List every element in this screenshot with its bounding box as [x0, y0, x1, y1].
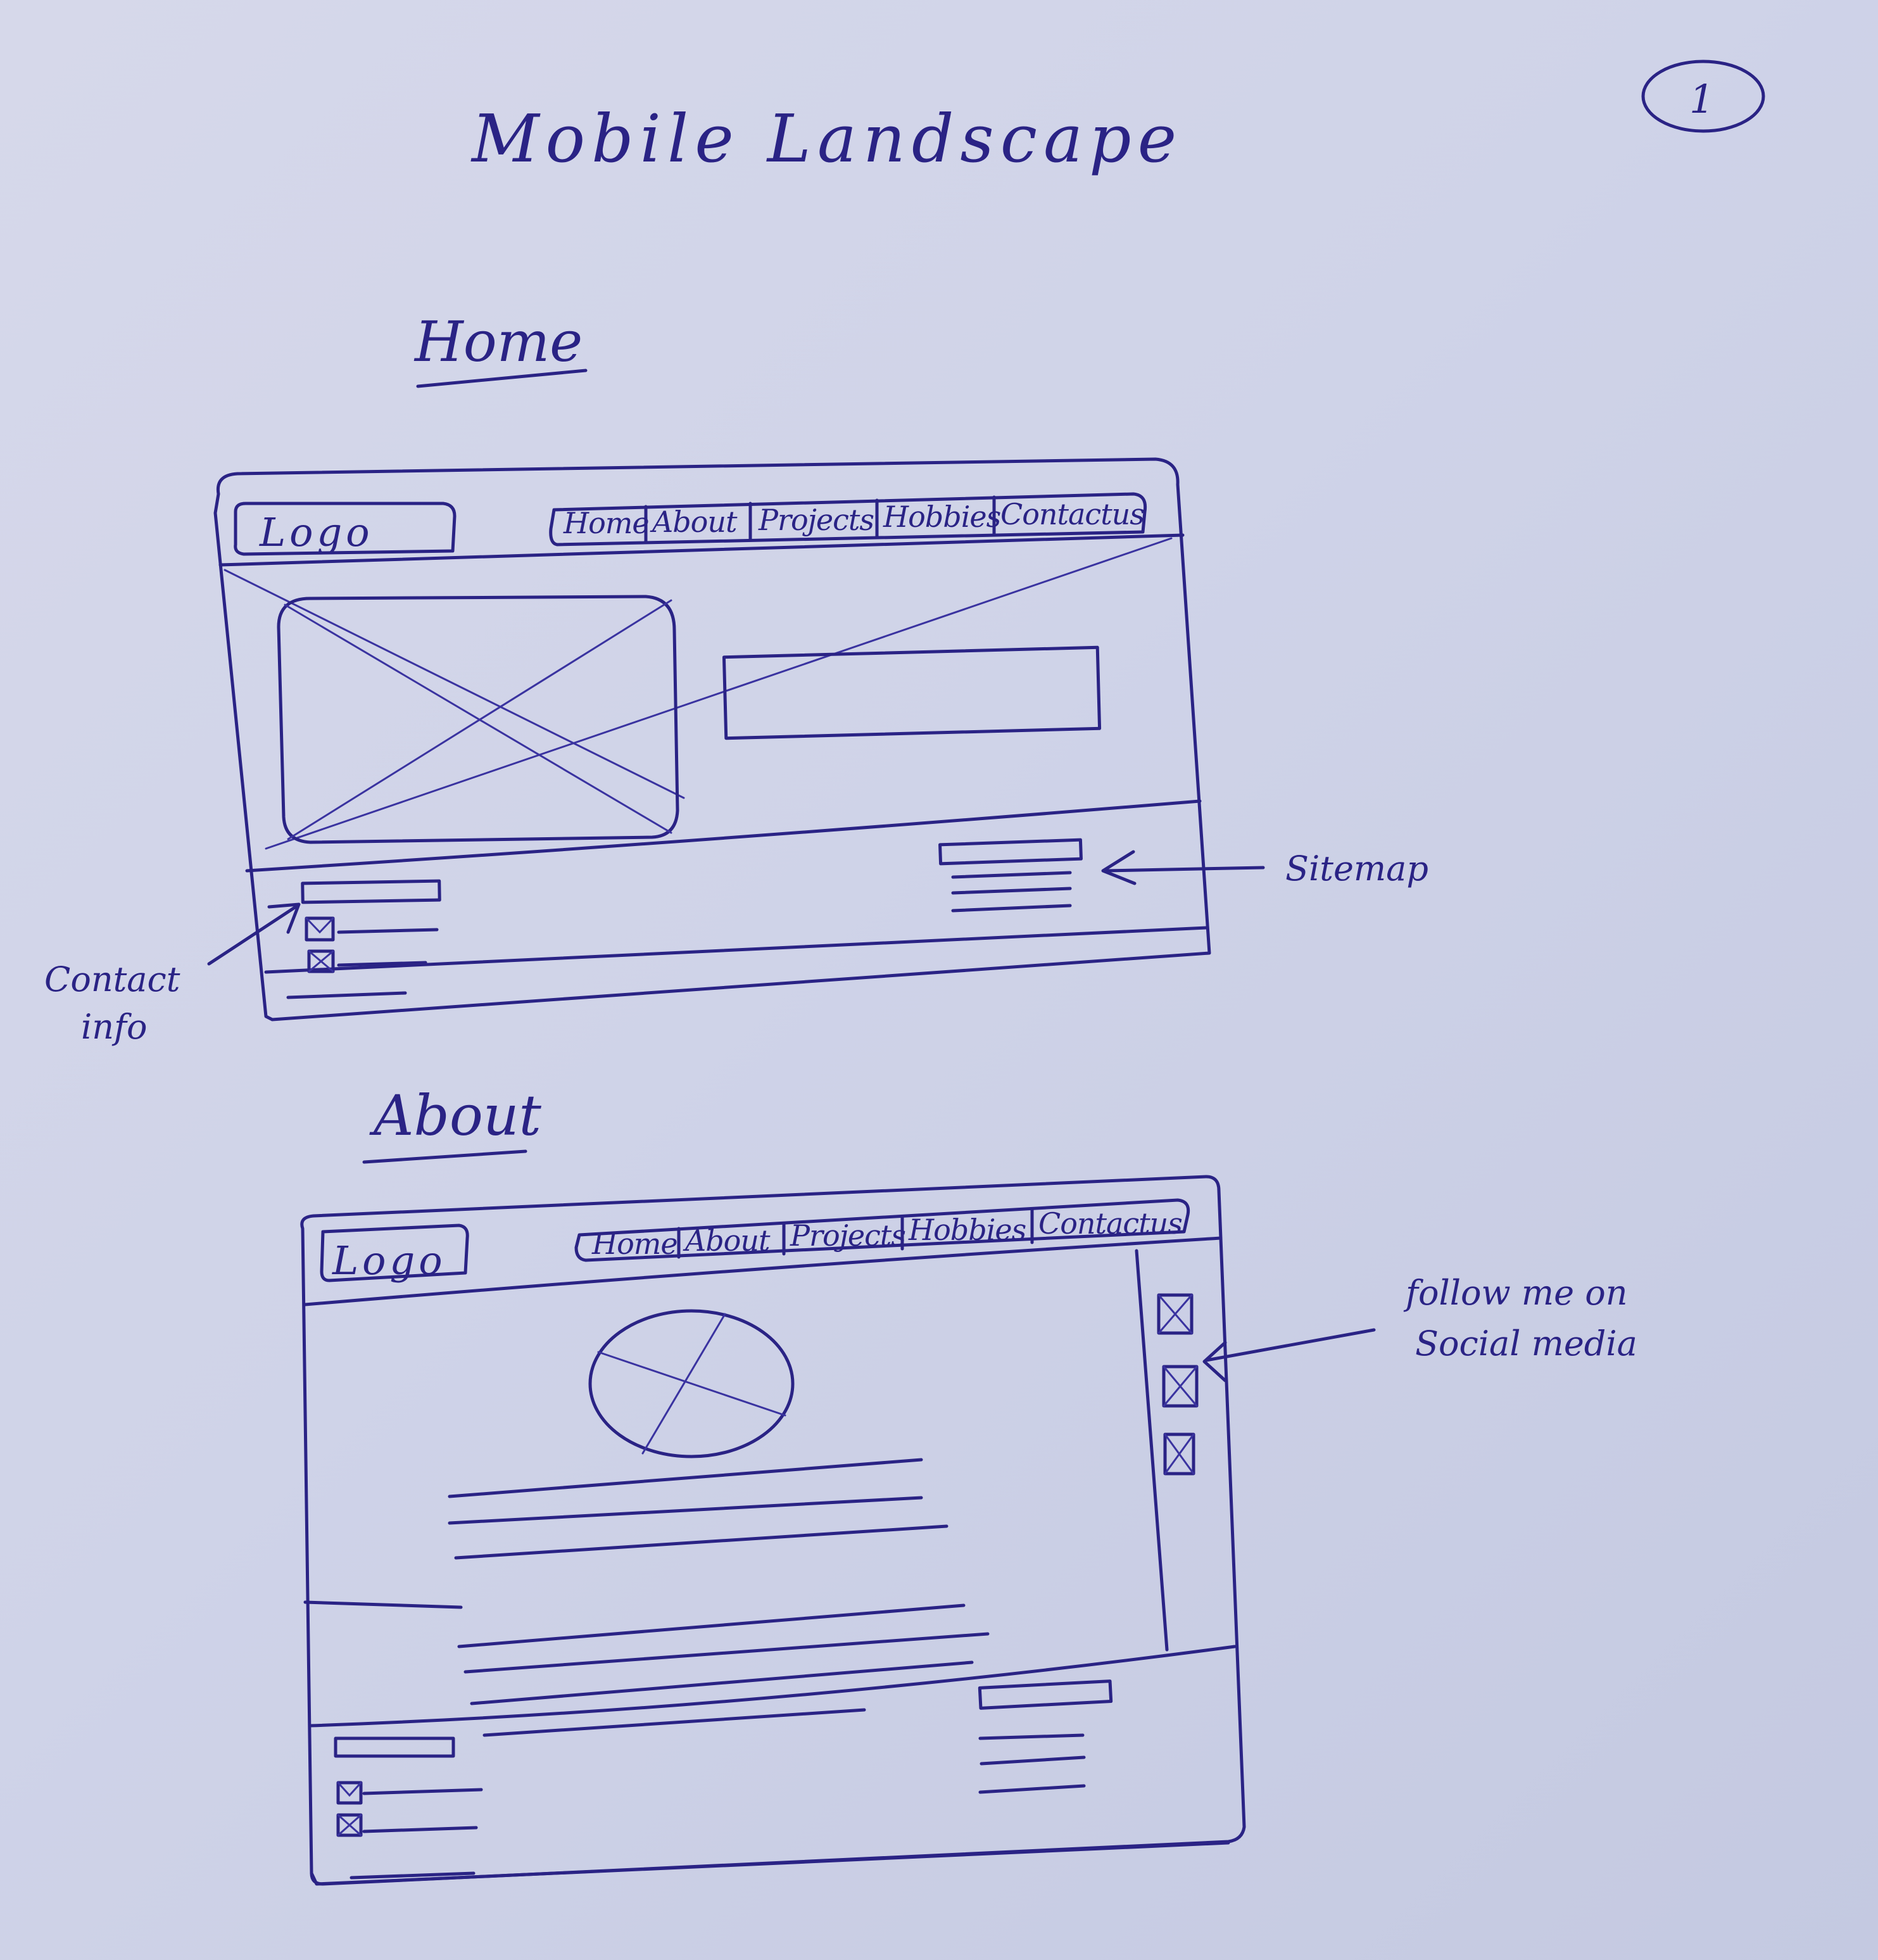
about-footer-divider: [308, 1645, 1237, 1728]
home-sitemap-link: [951, 887, 1072, 895]
home-nav-item-contact[interactable]: Contactus: [1000, 497, 1145, 531]
home-footer-bottom-divider: [264, 926, 1208, 974]
contact-info-annotation-line2: info: [81, 1007, 148, 1047]
home-contact-heading: [301, 879, 441, 904]
contact-info-arrow-icon: [207, 902, 301, 966]
about-logo-text: Logo: [332, 1237, 446, 1284]
about-nav-item-contact[interactable]: Contactus: [1038, 1206, 1183, 1241]
about-nav-item-home[interactable]: Home: [591, 1227, 678, 1261]
home-sitemap-link: [951, 871, 1072, 879]
about-wireframe: Logo Home About Projects Hobbies Contact…: [300, 1175, 1246, 1886]
home-sitemap-heading: [938, 838, 1083, 866]
page-title: Mobile Landscape: [470, 100, 1183, 177]
sitemap-arrow-icon: [1101, 850, 1265, 885]
contact-info-annotation-line1: Contact: [44, 959, 180, 999]
about-nav-item-projects[interactable]: Projects: [790, 1218, 906, 1253]
home-nav-item-about[interactable]: About: [650, 505, 738, 539]
home-image-cross-icon: [284, 599, 672, 840]
sketch-paper: Mobile Landscape 1 Home Logo Home About …: [0, 0, 1878, 1960]
home-hero-placeholder-cross: [224, 537, 1173, 850]
page-number: 1: [1689, 76, 1714, 122]
about-contact-heading: [334, 1736, 455, 1758]
home-heading: Home: [413, 309, 583, 374]
about-heading-underline: [362, 1149, 527, 1164]
home-nav-item-hobbies[interactable]: Hobbies: [883, 500, 1002, 534]
wireframe-sketch: Mobile Landscape 1 Home Logo Home About …: [44, 60, 1765, 1886]
home-wireframe: Logo Home About Projects Hobbies Contact…: [213, 457, 1211, 1021]
about-text-indent: [303, 1600, 463, 1609]
home-logo-text: Logo: [259, 509, 374, 555]
home-nav-item-projects[interactable]: Projects: [758, 503, 874, 537]
about-nav-item-hobbies[interactable]: Hobbies: [908, 1213, 1027, 1247]
about-avatar-cross-icon: [597, 1313, 786, 1455]
about-text-line: [454, 1524, 948, 1560]
home-hero-text-block: [722, 645, 1102, 740]
home-sitemap-link: [951, 904, 1072, 913]
social-media-arrow-icon: [1202, 1328, 1376, 1382]
about-social-column-divider: [1135, 1249, 1169, 1652]
about-sitemap-link: [978, 1784, 1086, 1794]
about-nav-item-about[interactable]: About: [683, 1223, 771, 1258]
home-copyright-line: [286, 991, 407, 999]
about-text-line: [470, 1660, 974, 1705]
about-sitemap-heading: [978, 1679, 1113, 1710]
about-sitemap-link: [980, 1755, 1086, 1766]
social-annotation-line1: follow me on: [1403, 1273, 1628, 1313]
home-nav-item-home[interactable]: Home: [563, 506, 650, 540]
about-text-line: [448, 1496, 923, 1525]
about-heading: About: [369, 1083, 542, 1148]
about-text-line: [448, 1458, 923, 1498]
sitemap-annotation: Sitemap: [1285, 849, 1428, 888]
social-annotation-line2: Social media: [1415, 1324, 1637, 1363]
about-sitemap-link: [978, 1733, 1085, 1740]
